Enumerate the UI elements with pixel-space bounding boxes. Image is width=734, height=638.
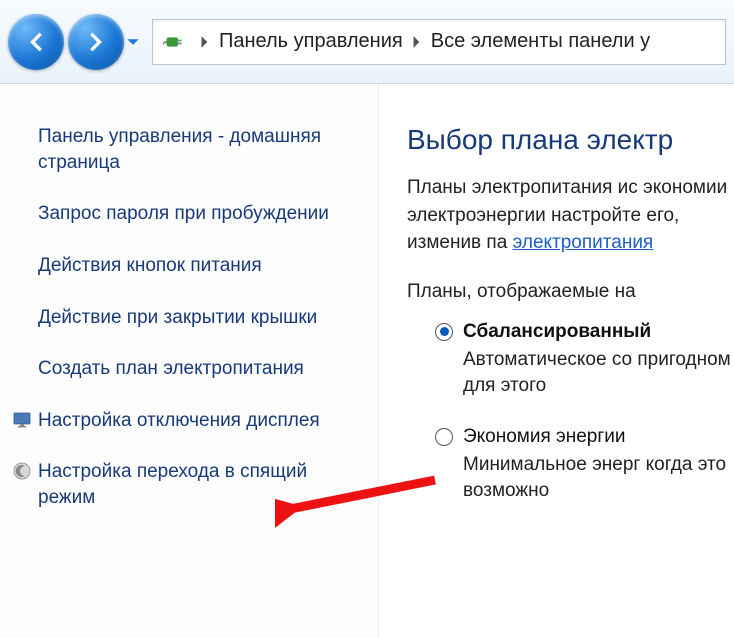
content-area: Панель управления - домашняя страница За… bbox=[0, 84, 734, 638]
breadcrumb-separator bbox=[409, 35, 425, 49]
breadcrumb-separator bbox=[197, 35, 213, 49]
plan-desc-powersaver: Минимальное энерг когда это возможно bbox=[463, 452, 734, 505]
page-description: Планы электропитания ис экономии электро… bbox=[407, 174, 734, 257]
power-help-link[interactable]: электропитания bbox=[513, 232, 654, 253]
plan-name-powersaver: Экономия энергии bbox=[463, 426, 626, 448]
sidebar-item-password-wakeup[interactable]: Запрос пароля при пробуждении bbox=[38, 201, 358, 227]
plan-desc-balanced: Автоматическое со пригодном для этого bbox=[463, 347, 734, 400]
radio-balanced[interactable] bbox=[435, 323, 453, 341]
sidebar-item-label: Настройка перехода в спящий режим bbox=[38, 459, 358, 510]
breadcrumb-item-control-panel[interactable]: Панель управления bbox=[213, 30, 409, 53]
navigation-toolbar: Панель управления Все элементы панели у bbox=[0, 0, 734, 84]
chevron-down-icon bbox=[126, 35, 140, 49]
page-title: Выбор плана электр bbox=[407, 124, 734, 156]
breadcrumb-bar[interactable]: Панель управления Все элементы панели у bbox=[152, 19, 726, 65]
plans-subhead: Планы, отображаемые на bbox=[407, 281, 734, 303]
back-button[interactable] bbox=[8, 14, 64, 70]
sidebar-item-lid-action[interactable]: Действие при закрытии крышки bbox=[38, 305, 358, 331]
sidebar-item-sleep-mode[interactable]: Настройка перехода в спящий режим bbox=[12, 459, 358, 510]
breadcrumb-item-all-elements[interactable]: Все элементы панели у bbox=[425, 30, 656, 53]
plan-name-balanced: Сбалансированный bbox=[463, 321, 651, 343]
forward-button[interactable] bbox=[68, 14, 124, 70]
radio-powersaver[interactable] bbox=[435, 428, 453, 446]
monitor-icon bbox=[12, 410, 32, 430]
plan-balanced: Сбалансированный Автоматическое со приго… bbox=[435, 321, 734, 400]
sidebar-item-power-buttons[interactable]: Действия кнопок питания bbox=[38, 253, 358, 279]
arrow-left-icon bbox=[22, 28, 50, 56]
main-pane: Выбор плана электр Планы электропитания … bbox=[378, 84, 734, 638]
sidebar-item-create-plan[interactable]: Создать план электропитания bbox=[38, 356, 358, 382]
arrow-right-icon bbox=[82, 28, 110, 56]
sidebar-home-link[interactable]: Панель управления - домашняя страница bbox=[38, 124, 358, 175]
sidebar-item-label: Настройка отключения дисплея bbox=[38, 408, 320, 434]
sidebar: Панель управления - домашняя страница За… bbox=[0, 84, 378, 638]
power-plug-icon bbox=[163, 28, 191, 56]
plan-powersaver: Экономия энергии Минимальное энерг когда… bbox=[435, 426, 734, 505]
nav-history-dropdown[interactable] bbox=[124, 33, 142, 51]
moon-icon bbox=[12, 461, 32, 481]
sidebar-item-display-off[interactable]: Настройка отключения дисплея bbox=[12, 408, 358, 434]
